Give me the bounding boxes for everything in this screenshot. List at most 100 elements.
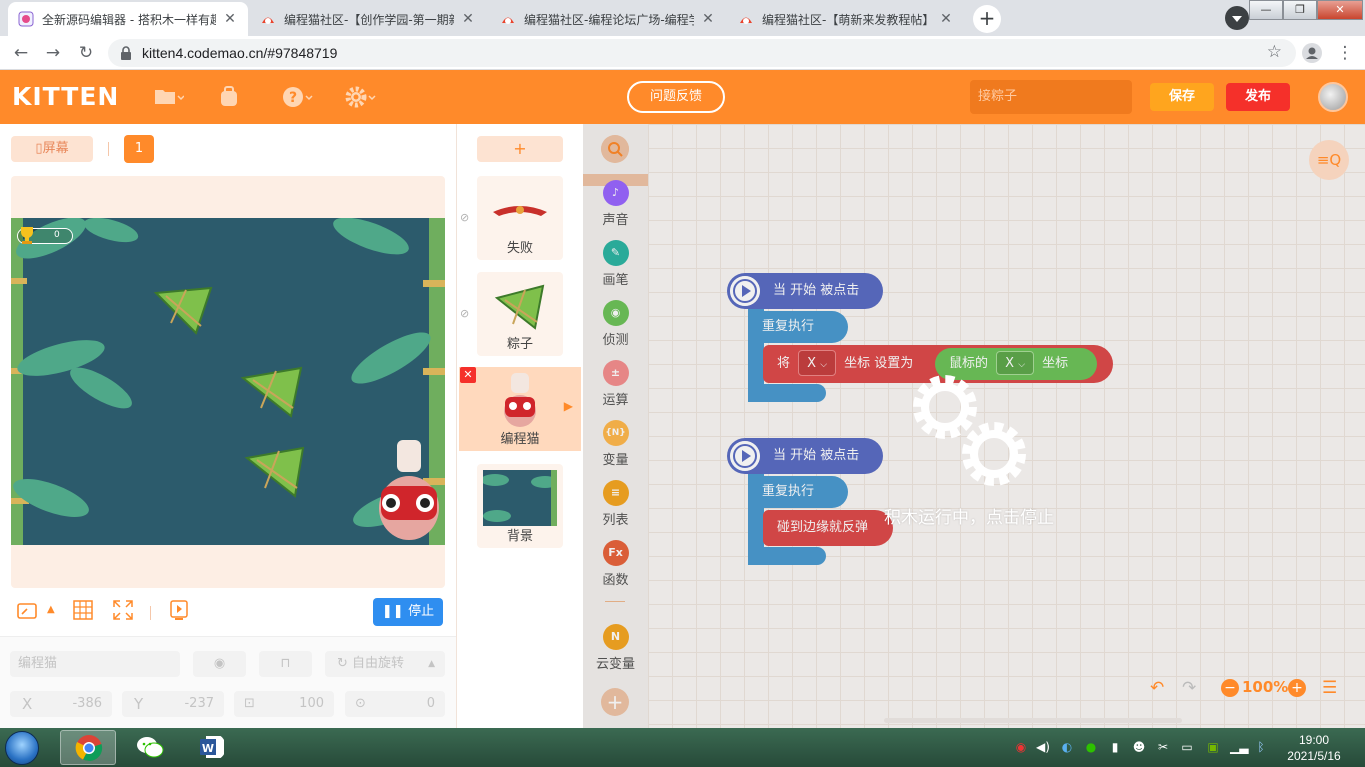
kitten-header: KITTEN ? 问题反馈 接粽子 保存 发布 (0, 70, 1365, 124)
account-icon[interactable] (1302, 43, 1322, 63)
network-app-icon[interactable]: ◐ (1060, 740, 1074, 754)
backpack-icon[interactable] (218, 86, 240, 108)
undo-icon[interactable]: ↶ (1150, 676, 1164, 700)
start-button[interactable] (5, 731, 39, 765)
project-name-input[interactable]: 接粽子 (970, 80, 1132, 114)
lock-icon[interactable]: ⊓ (259, 651, 312, 677)
tool-icon[interactable]: ✂ (1156, 740, 1170, 754)
recording-icon[interactable] (169, 600, 189, 620)
align-blocks-icon[interactable]: ☰ (1322, 676, 1337, 700)
sprite-name-input[interactable]: 编程猫 (10, 651, 180, 677)
bookmark-star-icon[interactable]: ☆ (1267, 42, 1282, 62)
folder-menu-icon[interactable] (154, 86, 184, 108)
new-tab-button[interactable]: + (973, 5, 1001, 33)
screen-icon: ▯ (35, 141, 43, 156)
tab-close-icon[interactable]: ✕ (460, 11, 476, 27)
reload-icon[interactable]: ↻ (75, 42, 97, 64)
stage-canvas[interactable]: 0 (11, 218, 445, 545)
omnibox[interactable]: kitten4.codemao.cn/#97848719 ☆ (108, 39, 1296, 67)
sprite-card-background[interactable]: 背景 (477, 464, 563, 548)
help-menu-icon[interactable]: ? (282, 86, 314, 108)
tab-close-icon[interactable]: ✕ (222, 11, 238, 27)
qq-icon[interactable]: ☻ (1132, 740, 1146, 754)
hidden-eye-icon[interactable]: ⊘ (460, 211, 469, 224)
delete-sprite-icon[interactable]: ✕ (460, 367, 476, 383)
minimize-button[interactable]: — (1249, 0, 1283, 20)
fullscreen-icon[interactable] (113, 600, 133, 620)
chrome-icon (75, 735, 103, 762)
wechat-tray-icon[interactable]: ● (1084, 740, 1098, 754)
clock-time: 19:00 (1298, 733, 1330, 747)
lock-icon (121, 46, 131, 60)
usb-icon[interactable]: ▮ (1108, 740, 1122, 754)
sprite-name: 编程猫 (500, 432, 540, 447)
y-position-field[interactable]: Y -237 (122, 691, 224, 717)
rotation-style-select[interactable]: ↻ 自由旋转 ▲ (325, 651, 445, 677)
taskbar-chrome[interactable] (60, 730, 116, 765)
tab-close-icon[interactable]: ✕ (700, 11, 716, 27)
sprite-thumbnail (494, 284, 545, 330)
sprite-thumbnail (493, 206, 547, 216)
zoom-out-icon[interactable]: − (1221, 679, 1239, 697)
sprite-card-codemao[interactable]: ✕ ▶ 编程猫 (459, 367, 581, 451)
tab-search-icon[interactable] (1225, 6, 1249, 30)
x-position-field[interactable]: X -386 (10, 691, 112, 717)
add-sprite-button[interactable]: + (477, 136, 563, 162)
game-scene (11, 218, 445, 545)
browser-tab-editor[interactable]: 全新源码编辑器 - 搭积木一样有趣 ✕ (8, 2, 248, 36)
direction-field[interactable]: ⊙ 0 (345, 691, 445, 717)
settings-gear-icon[interactable] (345, 86, 377, 108)
workspace-search-icon[interactable]: ≡Q (1309, 140, 1349, 180)
tab-title: 编程猫社区-【萌新来发教程帖】 (762, 12, 932, 27)
display-icon[interactable]: ▭ (1180, 740, 1194, 754)
browser-tab-community-3[interactable]: 编程猫社区-【萌新来发教程帖】 ✕ (728, 2, 964, 36)
kitten-logo: KITTEN (12, 82, 120, 111)
grid-icon[interactable] (73, 600, 93, 620)
sprite-name: 失败 (506, 241, 533, 256)
caret-up-icon[interactable]: ▲ (47, 600, 55, 620)
stop-button[interactable]: ❚❚ 停止 (373, 598, 443, 626)
zoom-in-icon[interactable]: + (1288, 679, 1306, 697)
stop-label: 停止 (408, 604, 435, 619)
bluetooth-icon[interactable]: ᛒ (1254, 740, 1268, 754)
tab-title: 编程猫社区-编程论坛广场-编程学 (524, 12, 694, 27)
user-avatar[interactable] (1318, 82, 1348, 112)
running-message[interactable]: 积木运行中，点击停止 (884, 503, 1054, 528)
system-clock[interactable]: 19:00 2021/5/16 (1280, 732, 1348, 764)
back-icon[interactable]: ← (10, 42, 32, 64)
screen-number-button[interactable]: 1 (124, 135, 154, 163)
menu-kebab-icon[interactable]: ⋮ (1334, 42, 1356, 64)
trophy-icon (21, 227, 33, 244)
save-button[interactable]: 保存 (1150, 83, 1214, 111)
record-tray-icon[interactable]: ◉ (1014, 740, 1028, 754)
taskbar-wechat[interactable] (122, 730, 178, 765)
redo-icon[interactable]: ↷ (1182, 676, 1196, 700)
workspace-scrollbar[interactable] (884, 718, 1182, 723)
taskbar-word[interactable]: W (184, 730, 240, 765)
browser-tab-community-2[interactable]: 编程猫社区-编程论坛广场-编程学 ✕ (490, 2, 726, 36)
screen-button[interactable]: ▯屏幕 (11, 136, 93, 162)
nvidia-icon[interactable]: ▣ (1206, 740, 1220, 754)
tab-close-icon[interactable]: ✕ (938, 11, 954, 27)
expand-arrow-icon[interactable]: ▶ (564, 399, 573, 413)
signal-icon[interactable]: ▁▃ (1230, 740, 1248, 754)
stage-size-icon[interactable] (17, 601, 39, 621)
visibility-eye-icon[interactable]: ◉ (193, 651, 246, 677)
publish-button[interactable]: 发布 (1226, 83, 1290, 111)
close-window-button[interactable]: ✕ (1317, 0, 1363, 20)
sprite-name: 粽子 (506, 337, 533, 352)
feedback-button[interactable]: 问题反馈 (627, 81, 725, 113)
browser-tab-community-1[interactable]: 编程猫社区-【创作学园-第一期新 ✕ (250, 2, 486, 36)
stage-toolbar: ▲ ❚❚ 停止 (11, 598, 445, 626)
size-field[interactable]: ⊡ 100 (234, 691, 334, 717)
running-gears-icon[interactable] (908, 370, 1034, 492)
x-label: X (22, 695, 33, 713)
restore-button[interactable]: ❐ (1283, 0, 1317, 20)
pause-icon: ❚❚ (381, 604, 409, 619)
hidden-eye-icon[interactable]: ⊘ (460, 307, 469, 320)
forward-icon[interactable]: → (42, 42, 64, 64)
svg-text:?: ? (289, 90, 297, 106)
sprite-card-zongzi[interactable]: 粽子 (477, 272, 563, 356)
volume-icon[interactable]: ◀) (1036, 740, 1050, 754)
sprite-card-fail[interactable]: 失败 (477, 176, 563, 260)
